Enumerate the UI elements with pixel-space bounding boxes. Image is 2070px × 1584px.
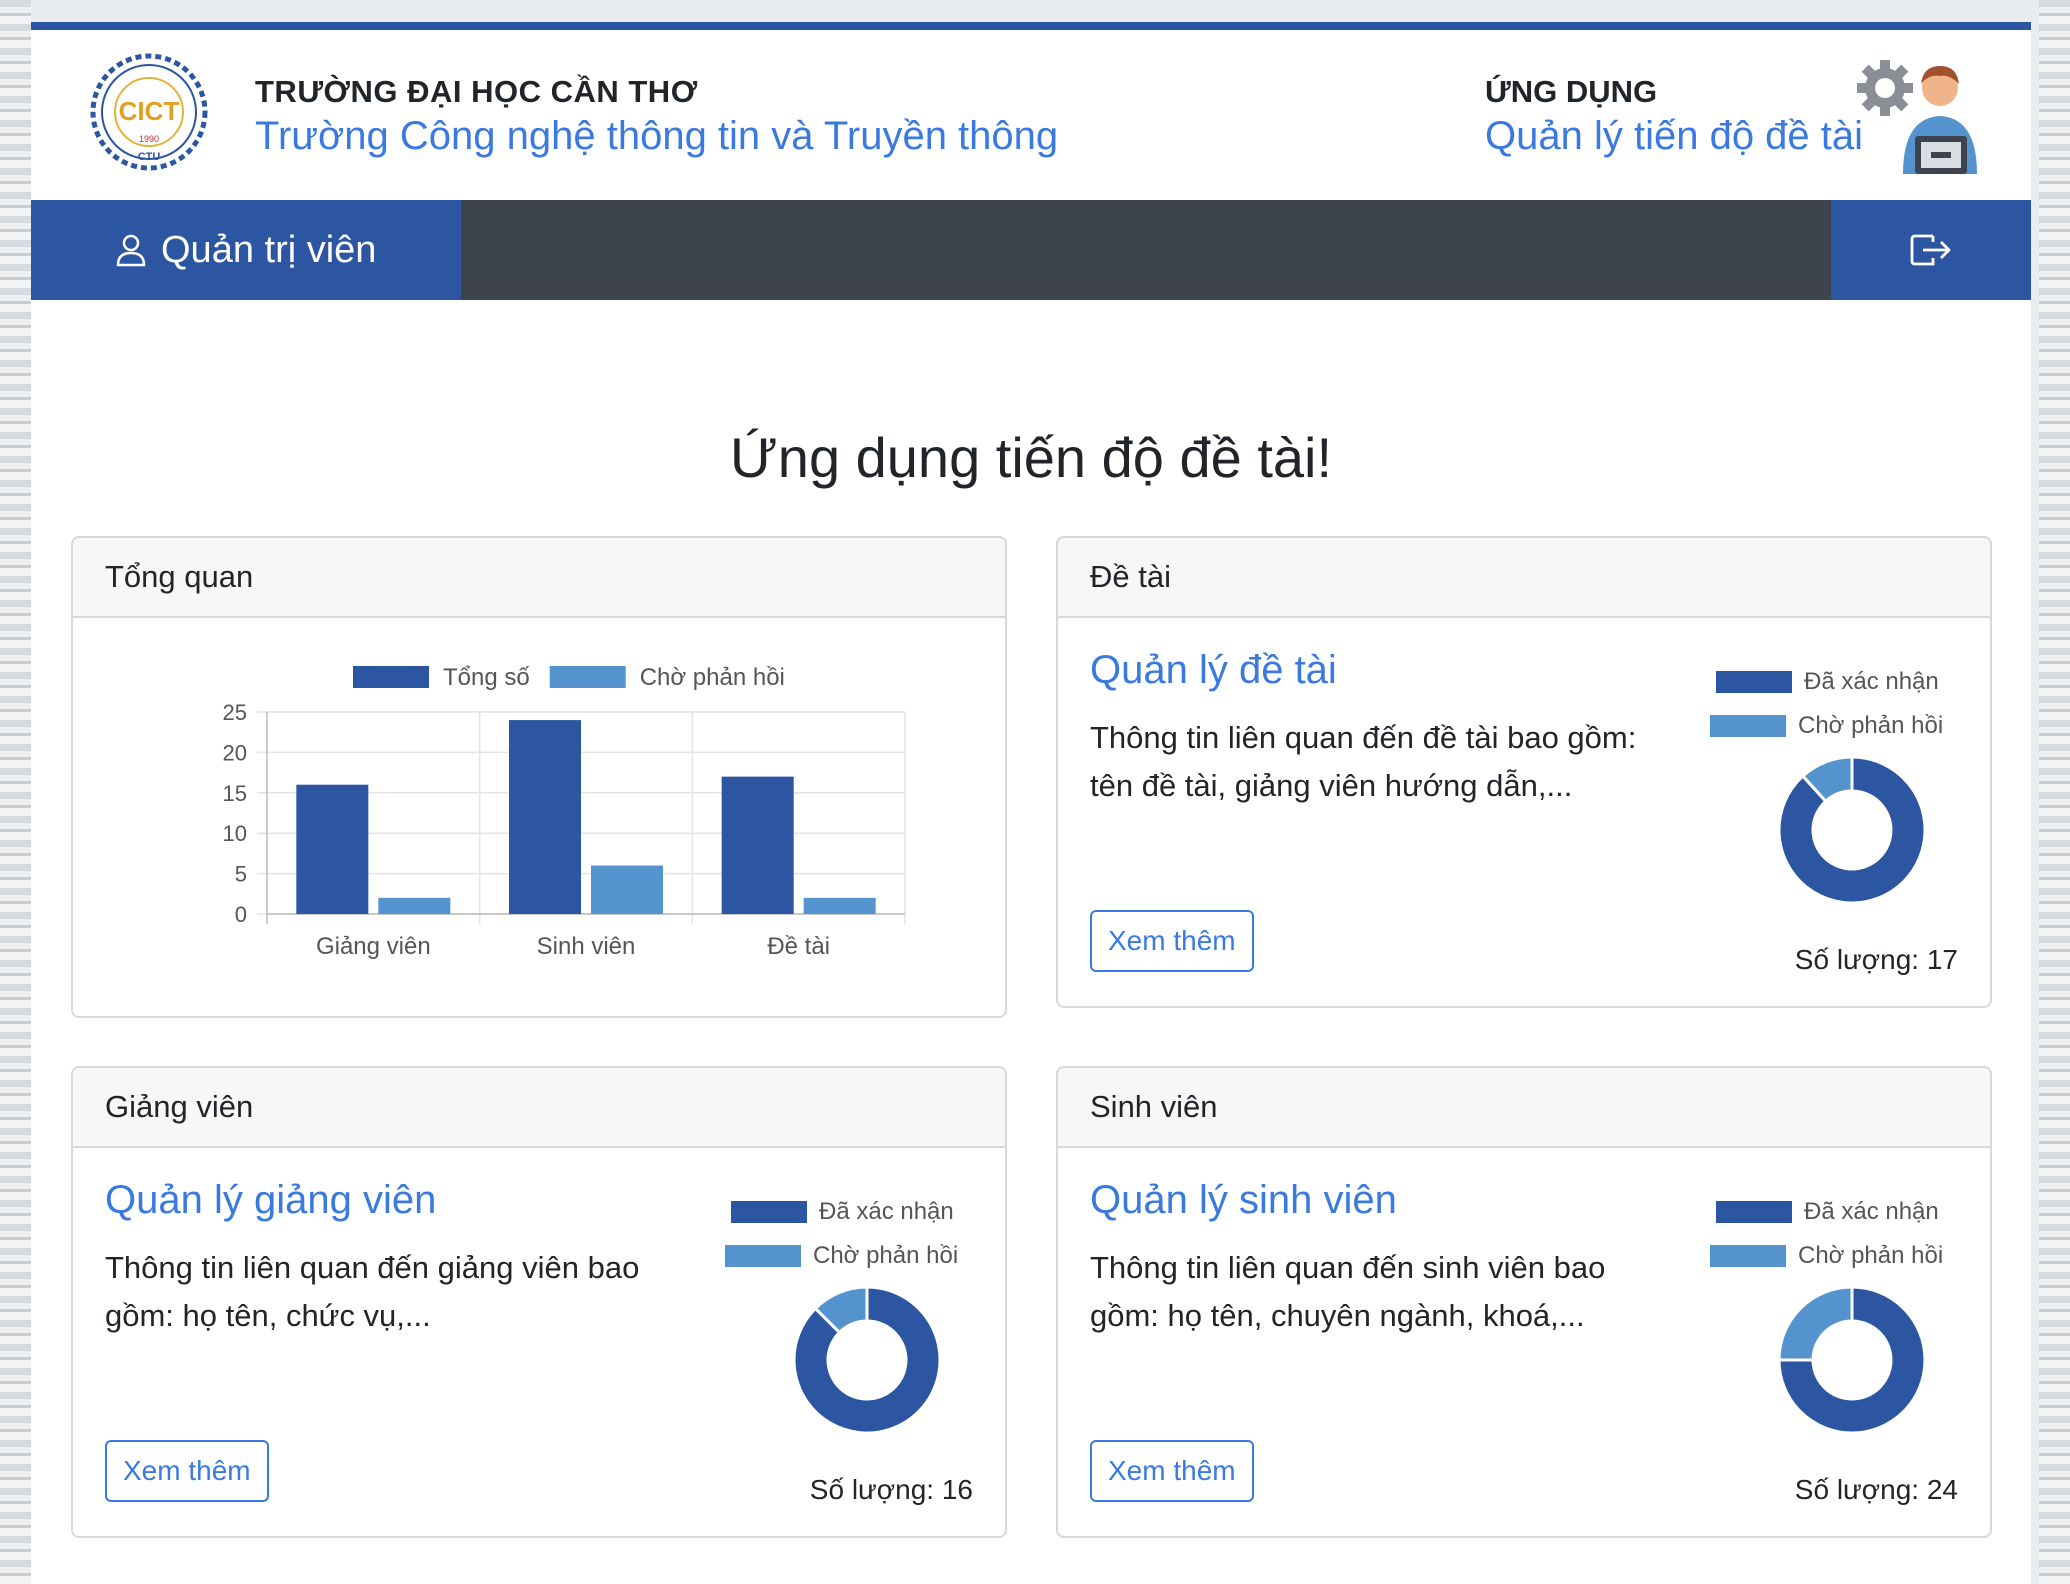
bar-1-0 bbox=[509, 720, 581, 914]
bar-1-1 bbox=[591, 865, 663, 914]
students-card: Sinh viên Quản lý sinh viên Thông tin li… bbox=[1056, 1066, 1992, 1538]
admin-label: Quản trị viên bbox=[161, 228, 377, 271]
students-legend-confirmed: Đã xác nhận bbox=[1716, 1198, 1939, 1226]
legend-swatch-0 bbox=[353, 666, 429, 688]
topics-donut-chart bbox=[1777, 755, 1927, 905]
lecturers-legend-confirmed: Đã xác nhận bbox=[731, 1198, 954, 1226]
legend-swatch bbox=[725, 1245, 801, 1267]
svg-text:1990: 1990 bbox=[139, 134, 159, 144]
bar-0-1 bbox=[378, 897, 451, 914]
topics-legend-pending: Chờ phản hồi bbox=[1710, 712, 1943, 740]
students-card-header: Sinh viên bbox=[1058, 1068, 1990, 1148]
students-title-link[interactable]: Quản lý sinh viên bbox=[1090, 1178, 1397, 1223]
svg-text:CTU: CTU bbox=[138, 151, 161, 163]
svg-text:CICT: CICT bbox=[119, 96, 180, 126]
topics-description-line-2: tên đề tài, giảng viên hướng dẫn,... bbox=[1090, 768, 1573, 803]
lecturers-card-header: Giảng viên bbox=[73, 1068, 1005, 1148]
lecturers-card-body: Quản lý giảng viên Thông tin liên quan đ… bbox=[73, 1148, 1005, 1536]
lecturers-description-line-2: gồm: họ tên, chức vụ,... bbox=[105, 1298, 431, 1333]
bar-2-1 bbox=[803, 897, 876, 914]
topics-card-body: Quản lý đề tài Thông tin liên quan đến đ… bbox=[1058, 618, 1990, 1006]
lecturers-description-line-1: Thông tin liên quan đến giảng viên bao bbox=[105, 1250, 640, 1285]
y-tick-label: 25 bbox=[223, 700, 247, 725]
navbar: Quản trị viên bbox=[31, 200, 2031, 300]
bar-2-0 bbox=[721, 776, 794, 914]
bar-0-0 bbox=[296, 784, 369, 914]
legend-swatch bbox=[1710, 1245, 1786, 1267]
students-card-body: Quản lý sinh viên Thông tin liên quan đế… bbox=[1058, 1148, 1990, 1536]
y-tick-label: 20 bbox=[223, 740, 247, 765]
topics-more-button[interactable]: Xem thêm bbox=[1090, 910, 1254, 972]
legend-label: Đã xác nhận bbox=[1804, 668, 1939, 695]
logout-button[interactable] bbox=[1831, 200, 2031, 300]
y-tick-label: 10 bbox=[223, 821, 247, 846]
lecturers-more-button[interactable]: Xem thêm bbox=[105, 1440, 269, 1502]
donut-slice-pending bbox=[1777, 1285, 1854, 1362]
admin-menu-button[interactable]: Quản trị viên bbox=[31, 200, 461, 300]
students-donut-chart bbox=[1777, 1285, 1927, 1435]
students-description-line-2: gồm: họ tên, chuyên ngành, khoá,... bbox=[1090, 1298, 1585, 1333]
admin-illustration-icon bbox=[1857, 60, 1977, 174]
students-description-line-1: Thông tin liên quan đến sinh viên bao bbox=[1090, 1250, 1606, 1285]
background-left-edge bbox=[0, 0, 31, 1584]
legend-label: Chờ phản hồi bbox=[1798, 712, 1944, 739]
lecturers-count: Số lượng: 16 bbox=[809, 1474, 973, 1505]
background-right-edge bbox=[2039, 0, 2070, 1584]
topics-legend-confirmed: Đã xác nhận bbox=[1716, 668, 1939, 696]
topics-card: Đề tài Quản lý đề tài Thông tin liên qua… bbox=[1056, 536, 1992, 1008]
overview-card-body: Tổng số Chờ phản hồi 0 5 10 15 20 25 Giảng viên S… bbox=[73, 618, 1005, 1016]
lecturers-title-link[interactable]: Quản lý giảng viên bbox=[105, 1178, 436, 1223]
y-tick-label: 0 bbox=[235, 902, 247, 927]
legend-label-0: Tổng số bbox=[443, 664, 530, 691]
page-title: Ứng dụng tiến độ đề tài! bbox=[729, 426, 1333, 489]
topics-count: Số lượng: 17 bbox=[1794, 944, 1958, 975]
cict-logo: CICT 1990 CTU bbox=[90, 53, 208, 171]
app-label: ỨNG DỤNG bbox=[1485, 74, 1658, 109]
x-tick-label: Giảng viên bbox=[316, 933, 431, 960]
legend-label-1: Chờ phản hồi bbox=[640, 664, 785, 691]
university-name: TRƯỜNG ĐẠI HỌC CẦN THƠ bbox=[255, 74, 698, 109]
y-tick-label: 5 bbox=[235, 862, 247, 887]
header: CICT 1990 CTU TRƯỜNG ĐẠI HỌC CẦN THƠ Trư… bbox=[31, 30, 2031, 200]
legend-label: Chờ phản hồi bbox=[813, 1242, 959, 1269]
topics-card-header: Đề tài bbox=[1058, 538, 1990, 618]
legend-swatch-1 bbox=[549, 666, 626, 688]
legend-swatch bbox=[1716, 1201, 1792, 1223]
students-count: Số lượng: 24 bbox=[1794, 1474, 1958, 1505]
legend-swatch bbox=[1710, 715, 1786, 737]
topics-description-line-1: Thông tin liên quan đến đề tài bao gồm: bbox=[1090, 720, 1637, 755]
lecturers-donut-chart bbox=[792, 1285, 942, 1435]
app-name: Quản lý tiến độ đề tài bbox=[1485, 114, 1864, 158]
topics-title-link[interactable]: Quản lý đề tài bbox=[1090, 648, 1337, 693]
overview-card-header: Tổng quan bbox=[73, 538, 1005, 618]
legend-label: Đã xác nhận bbox=[819, 1198, 954, 1225]
legend-label: Chờ phản hồi bbox=[1798, 1242, 1944, 1269]
page-container: CICT 1990 CTU TRƯỜNG ĐẠI HỌC CẦN THƠ Trư… bbox=[31, 22, 2031, 1584]
students-legend-pending: Chờ phản hồi bbox=[1710, 1242, 1943, 1270]
x-tick-label: Sinh viên bbox=[537, 933, 636, 960]
students-more-button[interactable]: Xem thêm bbox=[1090, 1440, 1254, 1502]
legend-swatch bbox=[1716, 671, 1792, 693]
overview-bar-chart: Tổng số Chờ phản hồi 0 5 10 15 20 25 Giảng viên S… bbox=[223, 664, 906, 960]
x-tick-label: Đề tài bbox=[767, 933, 830, 960]
logout-icon bbox=[1910, 234, 1951, 266]
legend-label: Đã xác nhận bbox=[1804, 1198, 1939, 1225]
lecturers-card: Giảng viên Quản lý giảng viên Thông tin … bbox=[71, 1066, 1007, 1538]
y-tick-label: 15 bbox=[223, 781, 247, 806]
lecturers-legend-pending: Chờ phản hồi bbox=[725, 1242, 958, 1270]
overview-card: Tổng quan Tổng số Chờ phản hồi 0 5 10 15 20 25 G… bbox=[71, 536, 1007, 1018]
person-icon bbox=[116, 234, 146, 267]
legend-swatch bbox=[731, 1201, 807, 1223]
school-name: Trường Công nghệ thông tin và Truyền thô… bbox=[255, 114, 1059, 158]
